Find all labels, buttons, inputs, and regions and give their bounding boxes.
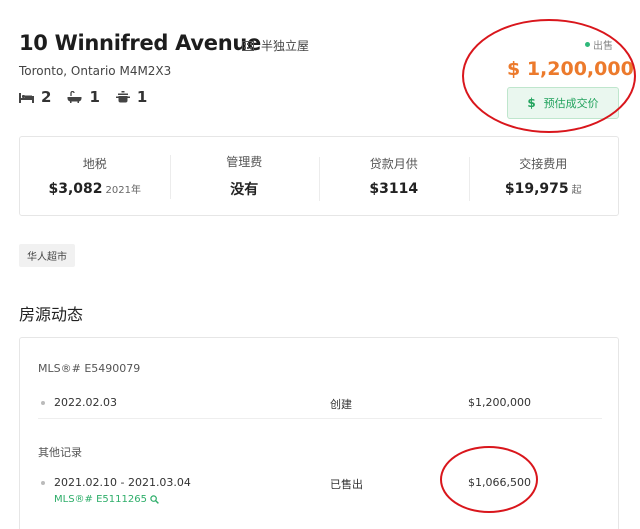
timeline-bullet	[41, 401, 45, 405]
stat-suffix: 起	[571, 185, 582, 196]
bed-icon	[19, 92, 34, 103]
listing-price: $ 1,200,000	[507, 58, 634, 80]
section-title-listing-history: 房源动态	[19, 305, 84, 324]
history-amount: $1,066,500	[468, 476, 531, 489]
bedroom-count: 2	[19, 88, 51, 106]
mls-link[interactable]: MLS®# E5111265	[54, 494, 159, 505]
search-icon	[150, 495, 159, 504]
stat-value: 没有	[170, 179, 320, 199]
listing-address: Toronto, Ontario M4M2X3	[19, 64, 172, 78]
bedroom-value: 2	[41, 88, 52, 106]
other-records-heading: 其他记录	[38, 446, 82, 459]
stat-maintenance-fee: 管理费 没有	[169, 153, 320, 199]
status-dot	[585, 42, 590, 47]
stat-amount: $3,082	[48, 181, 103, 197]
history-amount: $1,200,000	[468, 396, 531, 409]
listing-status-badge: 出售	[585, 37, 613, 52]
mls-link-label: MLS®# E5111265	[54, 494, 147, 505]
divider	[38, 418, 602, 419]
mls-number: MLS®# E5490079	[38, 362, 141, 375]
estimate-button-label: 预估成交价	[543, 97, 599, 110]
stat-suffix: 2021年	[105, 185, 141, 196]
feature-summary: 2 1 1	[19, 88, 163, 106]
history-event: 创建	[330, 398, 352, 411]
stat-label: 管理费	[226, 155, 263, 169]
stat-amount: $19,975	[504, 181, 569, 197]
bathtub-icon	[67, 91, 82, 103]
history-date: 2022.02.03	[54, 396, 117, 409]
tag-chinese-supermarket[interactable]: 华人超市	[19, 244, 75, 267]
cooking-pot-icon	[115, 91, 130, 103]
cost-stats-panel: 地税 $3,082 2021年 管理费 没有 贷款月供 $3114 交接费用 $1…	[19, 136, 619, 216]
stat-value: $3114	[319, 181, 469, 197]
status-label: 出售	[593, 41, 613, 52]
stat-label: 贷款月供	[369, 157, 418, 171]
timeline-bullet	[41, 481, 45, 485]
bathroom-count: 1	[67, 88, 100, 106]
history-event: 已售出	[330, 478, 363, 491]
stat-amount: $3114	[369, 181, 419, 197]
kitchen-value: 1	[136, 88, 148, 106]
stat-closing-cost[interactable]: 交接费用 $19,975 起	[468, 155, 619, 201]
kitchen-count: 1	[115, 88, 148, 106]
stat-property-tax: 地税 $3,082 2021年	[20, 155, 170, 197]
stat-amount: 没有	[230, 182, 259, 198]
stat-label: 交接费用	[519, 157, 568, 171]
stat-label: 地税	[82, 157, 107, 171]
stat-value: $19,975 起	[469, 181, 619, 197]
stat-value: $3,082 2021年	[20, 181, 170, 197]
building-icon	[242, 40, 254, 51]
estimate-price-button[interactable]: $ 预估成交价	[507, 87, 619, 119]
history-date: 2021.02.10 - 2021.03.04	[54, 476, 191, 489]
dollar-icon: $	[527, 96, 536, 110]
property-type-label: 半独立屋	[261, 39, 310, 53]
bathroom-value: 1	[89, 88, 100, 106]
listing-history-panel: MLS®# E5490079 2022.02.03 创建 $1,200,000 …	[19, 337, 619, 529]
property-type: 半独立屋	[242, 37, 309, 54]
stat-monthly-mortgage[interactable]: 贷款月供 $3114	[319, 155, 469, 201]
listing-title: 10 Winnifred Avenue	[19, 31, 261, 55]
